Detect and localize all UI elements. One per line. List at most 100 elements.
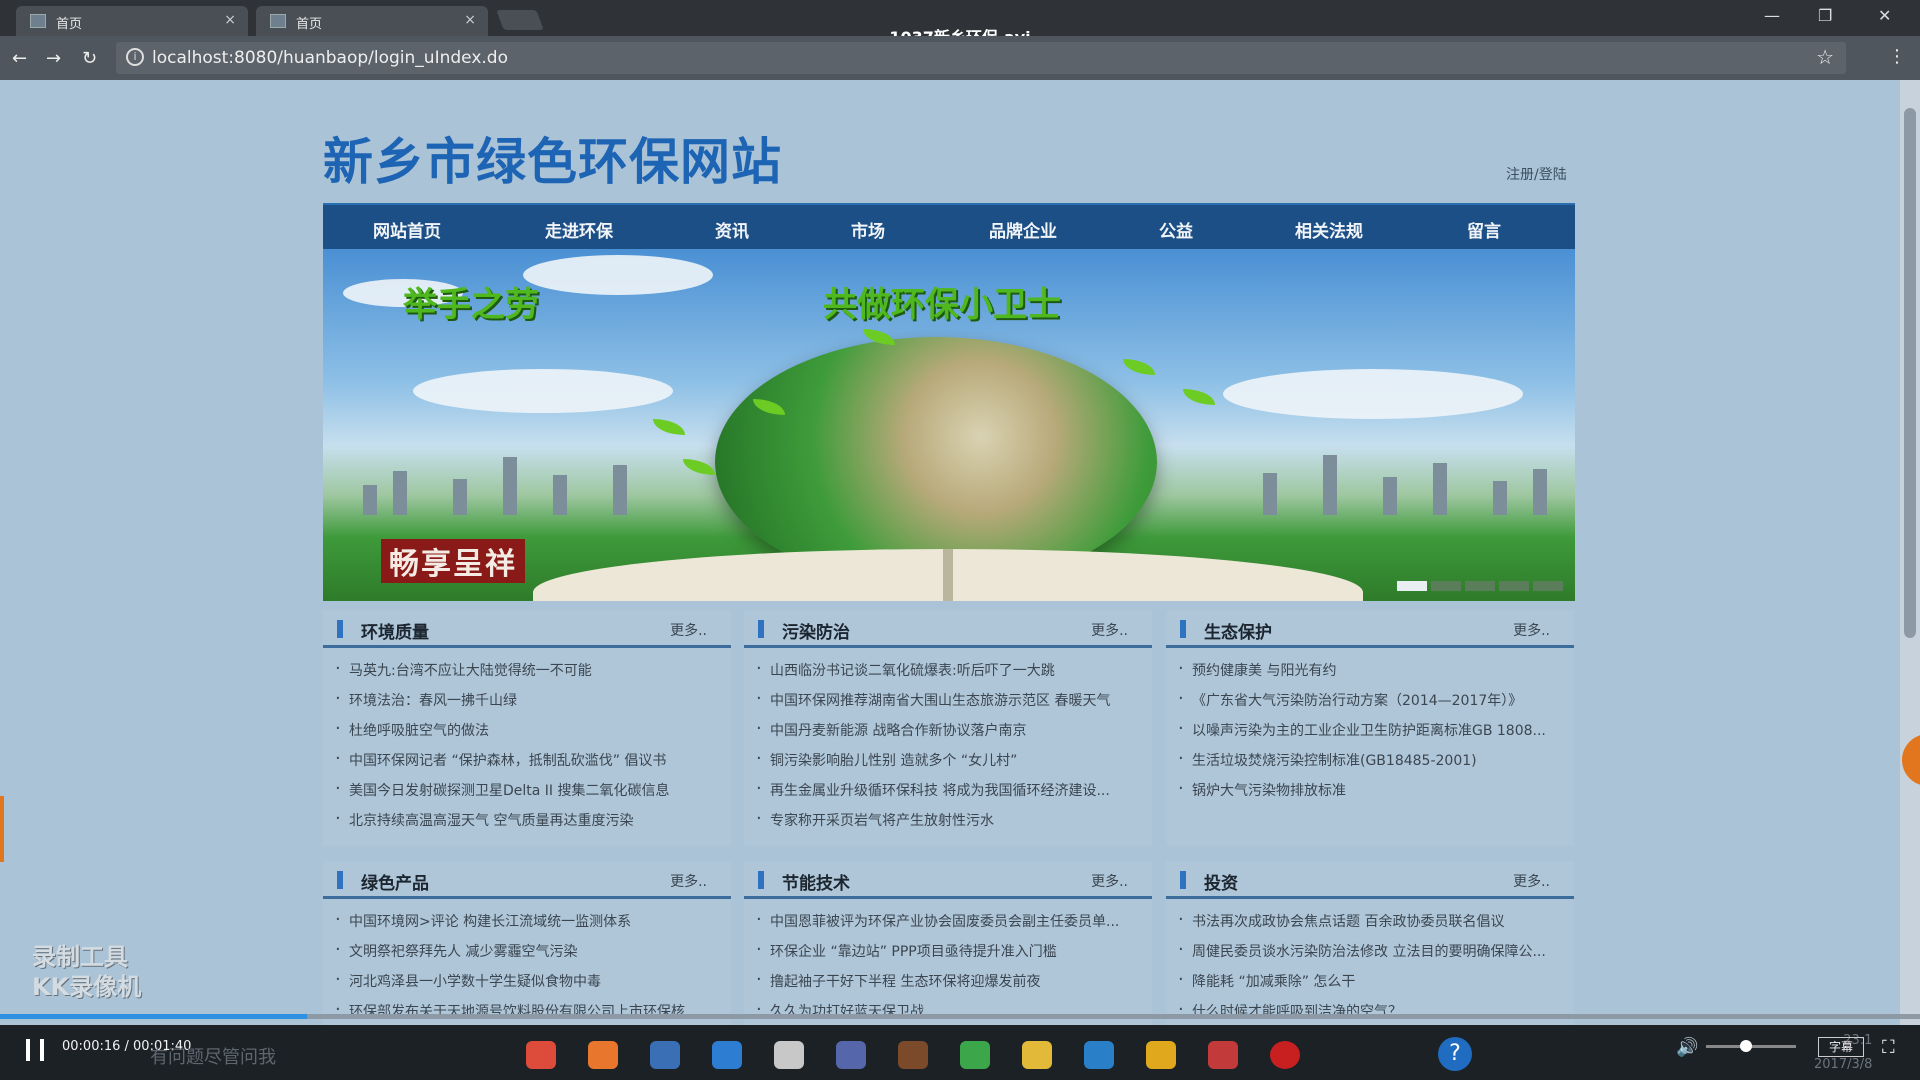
app-icon[interactable] xyxy=(1208,1041,1238,1069)
news-item[interactable]: 环保企业 “靠边站” PPP项目亟待提升准入门槛 xyxy=(756,941,1136,971)
edge-icon[interactable] xyxy=(712,1041,742,1069)
scrollbar-thumb[interactable] xyxy=(1904,108,1916,638)
news-item[interactable]: 文明祭祀祭拜先人 减少雾霾空气污染 xyxy=(335,941,715,971)
panel-marker xyxy=(337,871,343,889)
news-item[interactable]: 降能耗 “加减乘除” 怎么干 xyxy=(1178,971,1558,1001)
recorder-icon[interactable] xyxy=(1270,1041,1300,1069)
store-icon[interactable] xyxy=(774,1041,804,1069)
taskbar: 00:00:16 / 00:01:40 有问题尽管问我 ? 🔊 23:1 201… xyxy=(0,1025,1920,1080)
volume-icon[interactable]: 🔊 xyxy=(1676,1037,1698,1058)
subtitle-button[interactable]: 字幕 xyxy=(1818,1037,1864,1057)
panel-title: 污染防治 xyxy=(782,623,850,643)
news-item[interactable]: 书法再次成政协会焦点话题 百余政协委员联名倡议 xyxy=(1178,911,1558,941)
volume-knob[interactable] xyxy=(1740,1040,1752,1052)
news-item[interactable]: 河北鸡泽县一小学数十学生疑似食物中毒 xyxy=(335,971,715,1001)
news-item[interactable]: 中国环境网>评论 构建长江流域统一监测体系 xyxy=(335,911,715,941)
folder-icon[interactable] xyxy=(1022,1041,1052,1069)
building-shape xyxy=(1323,455,1337,515)
carousel-dot[interactable] xyxy=(1465,581,1495,591)
panel-energy-saving: 节能技术 更多.. 中国恩菲被评为环保产业协会固废委员会副主任委员单... 环保… xyxy=(744,861,1152,1025)
news-item[interactable]: 中国环保网记者 “保护森林，抵制乱砍滥伐” 倡议书 xyxy=(335,750,715,780)
pause-icon[interactable] xyxy=(26,1039,44,1061)
news-item[interactable]: 铜污染影响胎儿性别 造就多个 “女儿村” xyxy=(756,750,1136,780)
banner-carousel[interactable]: 举手之劳 共做环保小卫士 畅享呈祥 xyxy=(323,249,1575,601)
volume-slider[interactable] xyxy=(1706,1040,1796,1052)
news-list: 马英九:台湾不应让大陆觉得统一不可能 环境法治：春风一拂千山绿 杜绝呼吸脏空气的… xyxy=(335,660,715,840)
news-item[interactable]: 周健民委员谈水污染防治法修改 立法目的要明确保障公... xyxy=(1178,941,1558,971)
news-item[interactable]: 撸起袖子干好下半程 生态环保将迎爆发前夜 xyxy=(756,971,1136,1001)
news-item[interactable]: 预约健康美 与阳光有约 xyxy=(1178,660,1558,690)
nav-item-home[interactable]: 网站首页 xyxy=(373,217,441,242)
firefox-icon[interactable] xyxy=(588,1041,618,1069)
news-item[interactable]: 《广东省大气污染防治行动方案（2014—2017年）》 xyxy=(1178,690,1558,720)
news-item[interactable]: 山西临汾书记谈二氧化硫爆表:听后吓了一大跳 xyxy=(756,660,1136,690)
nav-item-laws[interactable]: 相关法规 xyxy=(1295,217,1363,242)
video-progress-bar[interactable] xyxy=(0,1014,1920,1019)
news-item[interactable]: 环境法治：春风一拂千山绿 xyxy=(335,690,715,720)
panel-marker xyxy=(1180,871,1186,889)
register-login-link[interactable]: 注册/登陆 xyxy=(1506,164,1567,184)
news-item[interactable]: 中国环保网推荐湖南省大围山生态旅游示范区 春暖天气 xyxy=(756,690,1136,720)
minimize-icon[interactable]: — xyxy=(1764,6,1780,25)
app-icon[interactable] xyxy=(898,1041,928,1069)
info-icon[interactable]: i xyxy=(126,48,144,66)
more-link[interactable]: 更多.. xyxy=(1091,620,1128,640)
news-item[interactable]: 环保部发布关于天地源号饮料股份有限公司上市环保核... xyxy=(335,1001,715,1025)
remote-icon[interactable] xyxy=(836,1041,866,1069)
leaf-shape xyxy=(683,459,715,475)
search-box[interactable]: 有问题尽管问我 xyxy=(150,1043,276,1069)
chrome-icon[interactable] xyxy=(526,1041,556,1069)
news-item[interactable]: 什么时候才能呼吸到洁净的空气？ xyxy=(1178,1001,1558,1025)
fullscreen-icon[interactable]: ⛶ xyxy=(1882,1037,1895,1058)
app-icon[interactable] xyxy=(960,1041,990,1069)
side-tab[interactable] xyxy=(0,796,4,862)
bookmark-star-icon[interactable]: ☆ xyxy=(1816,45,1834,69)
news-item[interactable]: 北京持续高温高湿天气 空气质量再达重度污染 xyxy=(335,810,715,840)
carousel-dot[interactable] xyxy=(1533,581,1563,591)
more-link[interactable]: 更多.. xyxy=(1091,871,1128,891)
reload-icon[interactable]: ↻ xyxy=(82,48,97,69)
more-link[interactable]: 更多.. xyxy=(670,871,707,891)
app-icon[interactable] xyxy=(1084,1041,1114,1069)
news-item[interactable]: 马英九:台湾不应让大陆觉得统一不可能 xyxy=(335,660,715,690)
address-bar[interactable]: i localhost:8080/huanbaop/login_uIndex.d… xyxy=(116,42,1846,74)
more-link[interactable]: 更多.. xyxy=(670,620,707,640)
more-link[interactable]: 更多.. xyxy=(1513,620,1550,640)
url-text[interactable]: localhost:8080/huanbaop/login_uIndex.do xyxy=(152,48,508,68)
news-item[interactable]: 锅炉大气污染物排放标准 xyxy=(1178,780,1558,810)
news-item[interactable]: 久久为功打好蓝天保卫战 xyxy=(756,1001,1136,1025)
news-item[interactable]: 以噪声污染为主的工业企业卫生防护距离标准GB 1808... xyxy=(1178,720,1558,750)
news-item[interactable]: 美国今日发射碳探测卫星Delta II 搜集二氧化碳信息 xyxy=(335,780,715,810)
nav-item-messages[interactable]: 留言 xyxy=(1467,217,1501,242)
help-icon[interactable]: ? xyxy=(1438,1037,1472,1071)
panel-title: 绿色产品 xyxy=(361,874,429,894)
panel-title: 投资 xyxy=(1204,874,1238,894)
page-scrollbar[interactable] xyxy=(1900,80,1920,1025)
carousel-dot[interactable] xyxy=(1499,581,1529,591)
panel-pollution-control: 污染防治 更多.. 山西临汾书记谈二氧化硫爆表:听后吓了一大跳 中国环保网推荐湖… xyxy=(744,610,1152,846)
app-icon[interactable] xyxy=(1146,1041,1176,1069)
news-item[interactable]: 生活垃圾焚烧污染控制标准(GB18485-2001) xyxy=(1178,750,1558,780)
nav-item-news[interactable]: 资讯 xyxy=(715,217,749,242)
menu-icon[interactable]: ⋮ xyxy=(1888,46,1906,67)
news-item[interactable]: 专家称开采页岩气将产生放射性污水 xyxy=(756,810,1136,840)
nav-item-market[interactable]: 市场 xyxy=(851,217,885,242)
nav-item-charity[interactable]: 公益 xyxy=(1159,217,1193,242)
restore-icon[interactable]: ❐ xyxy=(1818,6,1832,25)
news-item[interactable]: 再生金属业升级循环保科技 将成为我国循环经济建设... xyxy=(756,780,1136,810)
back-icon[interactable]: ← xyxy=(12,48,27,69)
forward-icon[interactable]: → xyxy=(46,48,61,69)
sogou-icon[interactable] xyxy=(650,1041,680,1069)
nav-item-about[interactable]: 走进环保 xyxy=(545,217,613,242)
close-window-icon[interactable]: ✕ xyxy=(1878,6,1891,25)
more-link[interactable]: 更多.. xyxy=(1513,871,1550,891)
building-shape xyxy=(1263,473,1277,515)
carousel-dot[interactable] xyxy=(1431,581,1461,591)
news-item[interactable]: 杜绝呼吸脏空气的做法 xyxy=(335,720,715,750)
news-item[interactable]: 中国恩菲被评为环保产业协会固废委员会副主任委员单... xyxy=(756,911,1136,941)
browser-window: 首页 × 首页 × 1037新乡环保.avi — ❐ ✕ ← → ↻ i loc… xyxy=(0,0,1920,1080)
panel-green-products: 绿色产品 更多.. 中国环境网>评论 构建长江流域统一监测体系 文明祭祀祭拜先人… xyxy=(323,861,731,1025)
news-item[interactable]: 中国丹麦新能源 战略合作新协议落户南京 xyxy=(756,720,1136,750)
nav-item-brands[interactable]: 品牌企业 xyxy=(989,217,1057,242)
carousel-dot[interactable] xyxy=(1397,581,1427,591)
